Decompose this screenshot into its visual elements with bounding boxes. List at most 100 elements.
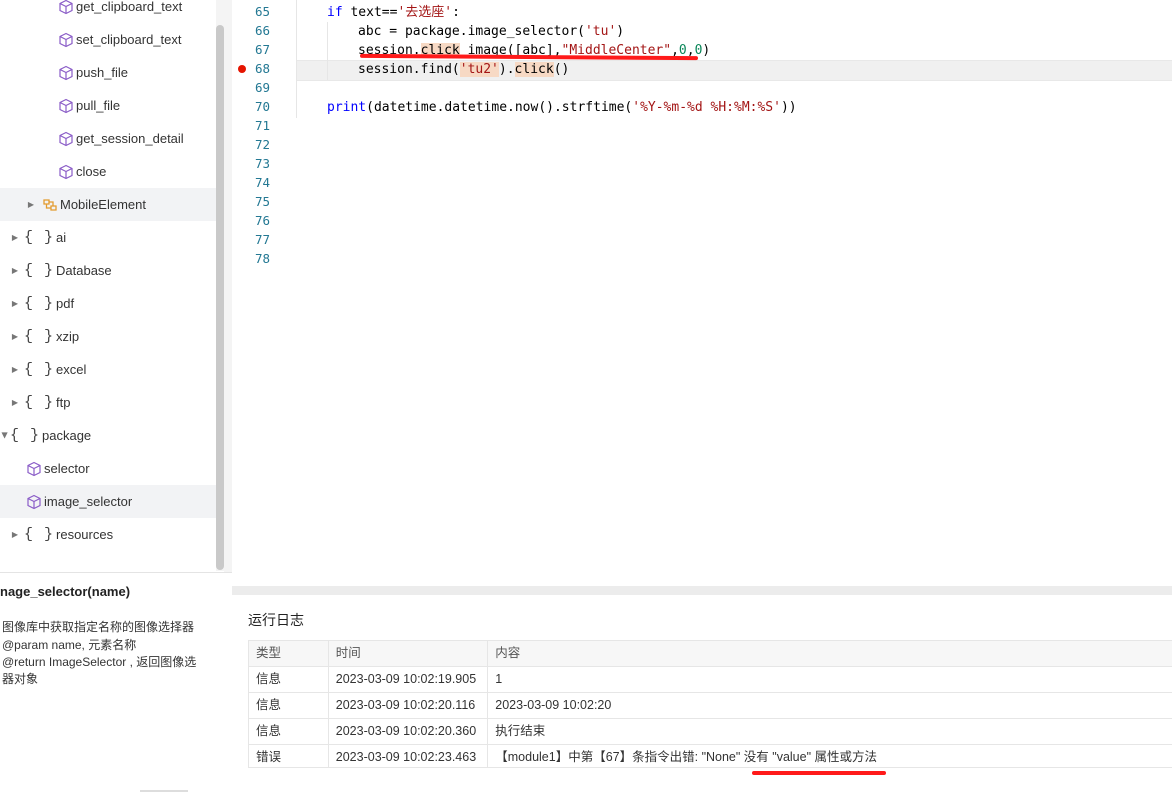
method-cube-icon <box>59 98 73 113</box>
tree-item-get-session-detail[interactable]: get_session_detail <box>0 122 216 155</box>
expand-arrow-icon[interactable]: ▶ <box>10 398 20 407</box>
method-cube-icon <box>27 494 41 509</box>
expand-arrow-icon[interactable]: ▶ <box>10 365 20 374</box>
tree-item-ftp[interactable]: ▶ { } ftp <box>0 386 216 419</box>
code-token: abc = package.image_selector( <box>358 24 585 39</box>
module-braces-icon: { } <box>24 229 55 246</box>
code-token: () <box>553 62 570 77</box>
column-header-type[interactable]: 类型 <box>249 641 329 666</box>
log-time: 2023-03-09 10:02:23.463 <box>329 745 489 767</box>
tree-item-label: excel <box>56 362 87 377</box>
log-table: 类型 时间 内容 信息 2023-03-09 10:02:19.905 1 信息… <box>248 640 1172 768</box>
expand-arrow-icon[interactable]: ▶ <box>26 200 36 209</box>
tree-item-excel[interactable]: ▶ { } excel <box>0 353 216 386</box>
module-braces-icon: { } <box>24 361 55 378</box>
method-cube-icon <box>59 164 73 179</box>
column-header-time[interactable]: 时间 <box>329 641 489 666</box>
line-number: 66 <box>254 23 270 38</box>
log-row[interactable]: 信息 2023-03-09 10:02:20.116 2023-03-09 10… <box>249 693 1172 719</box>
line-number: 78 <box>254 251 270 266</box>
tree-item-selector[interactable]: selector <box>0 452 216 485</box>
code-token: print <box>327 100 367 115</box>
log-time: 2023-03-09 10:02:19.905 <box>329 667 489 692</box>
tree-item-label: set_clipboard_text <box>76 32 182 47</box>
line-number: 70 <box>254 99 270 114</box>
tree-item-label: image_selector <box>44 494 133 509</box>
doc-line: 图像库中获取指定名称的图像选择器 <box>2 620 195 634</box>
tree-item-label: MobileElement <box>60 197 146 212</box>
code-line-66[interactable]: abc = package.image_selector('tu') <box>358 22 624 41</box>
tree-item-label: Database <box>56 263 112 278</box>
tree-item-get-clipboard-text[interactable]: get_clipboard_text <box>0 0 216 23</box>
log-row[interactable]: 信息 2023-03-09 10:02:20.360 执行结束 <box>249 719 1172 745</box>
tree-item-xzip[interactable]: ▶ { } xzip <box>0 320 216 353</box>
module-braces-icon: { } <box>24 526 55 543</box>
class-icon <box>43 198 57 211</box>
code-token: '%Y-%m-%d %H:%M:%S' <box>632 100 781 115</box>
expand-arrow-icon[interactable]: ▶ <box>10 233 20 242</box>
tree-item-push-file[interactable]: push_file <box>0 56 216 89</box>
log-content: 执行结束 <box>495 724 546 738</box>
expand-arrow-icon[interactable]: ▶ <box>10 266 20 275</box>
column-header-content[interactable]: 内容 <box>488 641 1172 666</box>
tree-item-label: ftp <box>56 395 71 410</box>
tree-item-pdf[interactable]: ▶ { } pdf <box>0 287 216 320</box>
tree-item-label: pull_file <box>76 98 121 113</box>
tree-item-close[interactable]: close <box>0 155 216 188</box>
code-token: text== <box>342 5 398 20</box>
expand-arrow-icon[interactable]: ▶ <box>10 299 20 308</box>
code-token: '去选座' <box>397 5 453 20</box>
expand-arrow-icon[interactable]: ▶ <box>10 332 20 341</box>
log-type: 错误 <box>249 745 329 767</box>
code-line-65[interactable]: if text=='去选座': <box>327 3 460 22</box>
code-token: 'tu' <box>584 24 617 39</box>
tree-item-set-clipboard-text[interactable]: set_clipboard_text <box>0 23 216 56</box>
tree-item-mobileelement[interactable]: ▶ MobileElement <box>0 188 216 221</box>
method-cube-icon <box>59 131 73 146</box>
log-time: 2023-03-09 10:02:20.360 <box>329 719 489 744</box>
log-content: 【module1】中第【67】条指令出错: "None" 没有 "value" … <box>495 750 877 764</box>
code-token: ) <box>616 24 625 39</box>
module-braces-icon: { } <box>24 262 55 279</box>
expand-arrow-icon[interactable]: ▶ <box>1 431 10 441</box>
log-title: 运行日志 <box>248 612 304 628</box>
code-token: session.find( <box>358 62 460 77</box>
red-annotation-underline <box>752 771 886 775</box>
method-cube-icon <box>27 461 41 476</box>
line-number: 77 <box>254 232 270 247</box>
doc-panel: nage_selector(name) 图像库中获取指定名称的图像选择器 @pa… <box>0 572 232 792</box>
module-braces-icon: { } <box>10 427 41 444</box>
tree-item-label: selector <box>44 461 90 476</box>
tree-item-database[interactable]: ▶ { } Database <box>0 254 216 287</box>
line-number: 71 <box>254 118 270 133</box>
tree-item-image-selector[interactable]: image_selector <box>0 485 216 518</box>
log-row-error[interactable]: 错误 2023-03-09 10:02:23.463 【module1】中第【6… <box>249 745 1172 767</box>
method-cube-icon <box>59 0 73 14</box>
module-braces-icon: { } <box>24 328 55 345</box>
tree-item-label: xzip <box>56 329 80 344</box>
tree-item-pull-file[interactable]: pull_file <box>0 89 216 122</box>
tree-item-ai[interactable]: ▶ { } ai <box>0 221 216 254</box>
log-type: 信息 <box>249 693 329 718</box>
code-token: ). <box>498 62 515 77</box>
panel-splitter-horizontal[interactable] <box>232 586 1172 595</box>
code-editor[interactable]: 65 66 67 68 69 70 71 72 73 74 75 76 77 7… <box>232 0 1172 586</box>
tree-item-resources[interactable]: ▶ { } resources <box>0 518 216 551</box>
expand-arrow-icon[interactable]: ▶ <box>10 530 20 539</box>
line-number: 76 <box>254 213 270 228</box>
line-number: 73 <box>254 156 270 171</box>
log-row[interactable]: 信息 2023-03-09 10:02:19.905 1 <box>249 667 1172 693</box>
code-line-68[interactable]: session.find('tu2').click() <box>358 60 569 79</box>
tree-item-label: close <box>76 164 107 179</box>
log-content: 2023-03-09 10:02:20 <box>495 698 612 712</box>
tree-item-package[interactable]: ▶ { } package <box>0 419 216 452</box>
code-token: if <box>327 5 343 20</box>
run-log-panel: 运行日志 类型 时间 内容 信息 2023-03-09 10:02:19.905… <box>232 595 1172 791</box>
line-number: 72 <box>254 137 270 152</box>
code-line-70[interactable]: print(datetime.datetime.now().strftime('… <box>327 98 797 117</box>
tree-scrollbar-thumb[interactable] <box>216 25 224 570</box>
log-table-header: 类型 时间 内容 <box>249 641 1172 667</box>
tree-item-label: package <box>42 428 92 443</box>
code-token: )) <box>780 100 797 115</box>
doc-title: nage_selector(name) <box>0 584 131 599</box>
